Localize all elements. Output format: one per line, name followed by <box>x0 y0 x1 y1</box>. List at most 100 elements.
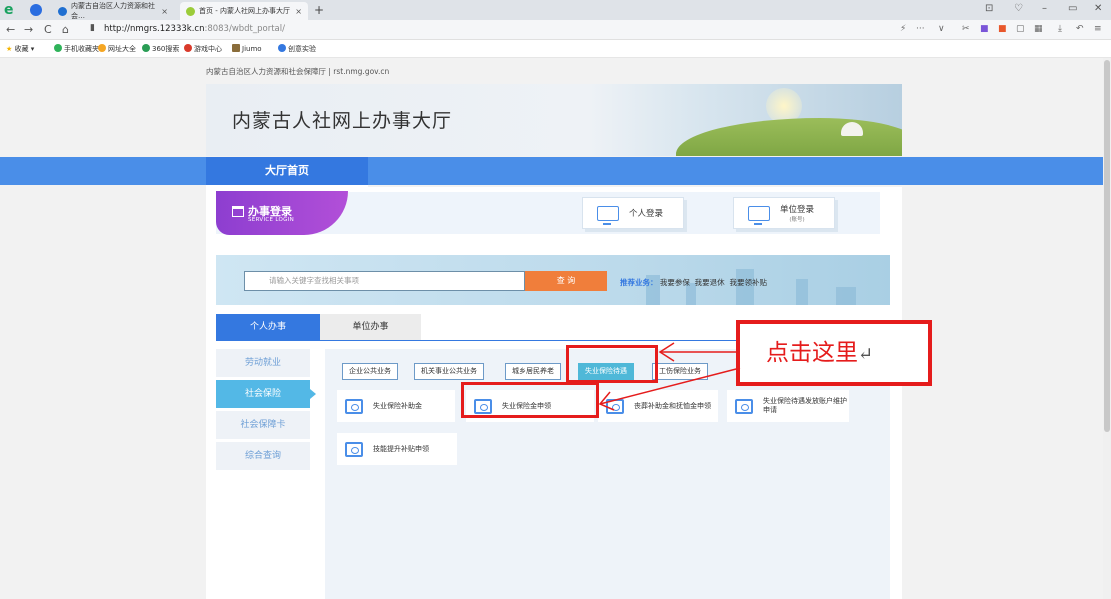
bookmark-label: Jiumo <box>242 45 262 53</box>
login-badge-subtitle: SERVICE LOGIN <box>248 217 295 223</box>
main-nav <box>0 157 1103 185</box>
computer-icon <box>606 398 624 414</box>
recommend-link[interactable]: 我要领补贴 <box>729 278 767 287</box>
bookmark-label: 360搜索 <box>152 45 180 53</box>
building-icon <box>232 206 244 217</box>
highlight-box-service <box>461 382 599 418</box>
tab-personal-affairs[interactable]: 个人办事 <box>216 314 320 340</box>
bookmark-item[interactable]: 游戏中心 <box>184 44 222 54</box>
bookmark-item[interactable]: ★ 收藏 ▾ <box>6 44 34 54</box>
url-field[interactable]: http://nmgrs.12333k.cn:8083/wbdt_portal/ <box>104 24 285 34</box>
tab-unit-affairs[interactable]: 单位办事 <box>320 314 421 340</box>
shield-icon[interactable] <box>30 4 42 16</box>
browser-logo-icon[interactable]: e <box>4 3 18 17</box>
bookmark-item[interactable]: 手机收藏夹 <box>54 44 99 54</box>
service-label: 技能提升补贴申领 <box>373 444 429 453</box>
browser-tab-bar: e 内蒙古自治区人力资源和社会… × 首页 - 内蒙人社网上办事大厅 × + ⊡… <box>0 0 1111 20</box>
sidemenu-general-query[interactable]: 综合查询 <box>216 442 310 470</box>
bookmark-item[interactable]: 网址大全 <box>98 44 136 54</box>
computer-icon <box>345 398 363 414</box>
browser-tab-2[interactable]: 首页 - 内蒙人社网上办事大厅 × <box>180 2 308 20</box>
subtab-enterprise-public[interactable]: 企业公共业务 <box>342 363 398 380</box>
subtab-work-injury[interactable]: 工伤保险业务 <box>652 363 708 380</box>
unit-login-sub: (账号) <box>789 217 805 223</box>
annotation-text: 点击这里 <box>766 340 858 366</box>
scrollbar[interactable] <box>1103 58 1111 599</box>
more-icon[interactable]: ··· <box>916 24 925 34</box>
subtab-institution-public[interactable]: 机关事业公共业务 <box>414 363 484 380</box>
computer-icon <box>735 398 753 414</box>
heart-icon[interactable]: ♡ <box>1014 3 1023 14</box>
apps-icon[interactable]: ▦ <box>1034 24 1043 34</box>
menu-icon[interactable]: ≡ <box>1094 24 1102 34</box>
undo-icon[interactable]: ↶ <box>1076 24 1084 34</box>
recommend-link[interactable]: 我要参保 <box>660 278 690 287</box>
bookmark-label: 手机收藏夹 <box>64 45 99 53</box>
lightning-icon[interactable]: ⚡ <box>900 24 906 34</box>
extension-icon[interactable]: ■ <box>980 24 989 34</box>
sidebar-toggle-icon[interactable]: ⊡ <box>985 3 993 14</box>
monitor-icon <box>748 205 770 225</box>
unit-login-button[interactable]: 单位登录 (账号) <box>733 197 835 229</box>
close-icon[interactable]: × <box>161 7 168 16</box>
idea-icon <box>278 44 286 52</box>
address-bar: ← → C ⌂ ▮ http://nmgrs.12333k.cn:8083/wb… <box>0 20 1111 40</box>
bookmark-label: 网址大全 <box>108 45 136 53</box>
city-decoration <box>836 287 856 305</box>
chevron-down-icon[interactable]: ∨ <box>938 24 945 34</box>
annotation-callout: 点击这里↵ <box>736 320 932 386</box>
tab-title: 首页 - 内蒙人社网上办事大厅 <box>199 7 290 15</box>
home-icon[interactable]: ⌂ <box>62 23 69 36</box>
service-payment-account-maintenance[interactable]: 失业保险待遇发放账户维护申请 <box>727 390 849 422</box>
screenshot-icon[interactable]: ▢ <box>1016 24 1025 34</box>
service-skill-upgrade-subsidy[interactable]: 技能提升补贴申领 <box>337 433 457 465</box>
bookmark-label: 创意实验 <box>288 45 316 53</box>
site-title: 内蒙古人社网上办事大厅 <box>232 110 453 132</box>
search-button[interactable]: 查 询 <box>525 271 607 291</box>
personal-login-label: 个人登录 <box>629 209 664 219</box>
tab-title: 内蒙古自治区人力资源和社会… <box>71 2 155 20</box>
unit-login-text: 单位登录 <box>780 205 815 215</box>
nav-home-tab[interactable]: 大厅首页 <box>206 157 368 185</box>
service-funeral-pension-claim[interactable]: 丧葬补助金和抚恤金申领 <box>598 390 718 422</box>
sidemenu-labor-employment[interactable]: 劳动就业 <box>216 349 310 377</box>
close-icon[interactable]: × <box>295 7 302 16</box>
scissors-icon[interactable]: ✂ <box>962 24 970 34</box>
game-icon <box>184 44 192 52</box>
minimize-icon[interactable]: – <box>1042 3 1047 14</box>
new-tab-icon[interactable]: + <box>314 3 324 17</box>
monitor-icon <box>597 205 619 225</box>
sidemenu-social-insurance[interactable]: 社会保险 <box>216 380 316 408</box>
grassland-decoration <box>676 118 902 156</box>
highlight-box-subtab <box>566 345 658 383</box>
restore-icon[interactable]: ▭ <box>1068 3 1077 14</box>
city-decoration <box>796 279 808 305</box>
recommend-link[interactable]: 我要退休 <box>695 278 725 287</box>
personal-login-button[interactable]: 个人登录 <box>582 197 684 229</box>
subtab-rural-urban-pension[interactable]: 城乡居民养老 <box>505 363 561 380</box>
sidemenu-social-security-card[interactable]: 社会保障卡 <box>216 411 310 439</box>
bookmarks-bar: ★ 收藏 ▾ 手机收藏夹 网址大全 360搜索 游戏中心 Jiumo 创意实验 <box>0 40 1111 58</box>
site-topline[interactable]: 内蒙古自治区人力资源和社会保障厅 | rst.nmg.gov.cn <box>206 66 389 77</box>
bookmark-item[interactable]: 360搜索 <box>142 44 179 54</box>
bookmark-label: 收藏 <box>14 45 29 53</box>
forward-icon[interactable]: → <box>24 23 33 36</box>
recommended-services: 推荐业务： 我要参保 我要退休 我要领补贴 <box>620 277 767 288</box>
close-window-icon[interactable]: ✕ <box>1094 3 1102 14</box>
service-panel <box>325 349 890 599</box>
back-icon[interactable]: ← <box>6 23 15 36</box>
globe-icon <box>98 44 106 52</box>
service-unemployment-subsidy[interactable]: 失业保险补助金 <box>337 390 455 422</box>
download-icon[interactable]: ⤓ <box>1058 24 1062 34</box>
bookmark-item[interactable]: Jiumo <box>232 44 262 53</box>
extension-icon[interactable]: ■ <box>998 24 1007 34</box>
browser-tab-1[interactable]: 内蒙古自治区人力资源和社会… × <box>52 2 174 20</box>
annotation-mark: ↵ <box>858 344 874 365</box>
leaf-icon <box>186 6 195 16</box>
scroll-thumb[interactable] <box>1104 60 1110 432</box>
reload-icon[interactable]: C <box>44 23 52 36</box>
search-input[interactable]: 请输入关键字查找相关事项 <box>244 271 525 291</box>
url-host: http://nmgrs.12333k.cn <box>104 24 205 34</box>
bookmark-item[interactable]: 创意实验 <box>278 44 316 54</box>
bookmark-label: 游戏中心 <box>194 45 222 53</box>
